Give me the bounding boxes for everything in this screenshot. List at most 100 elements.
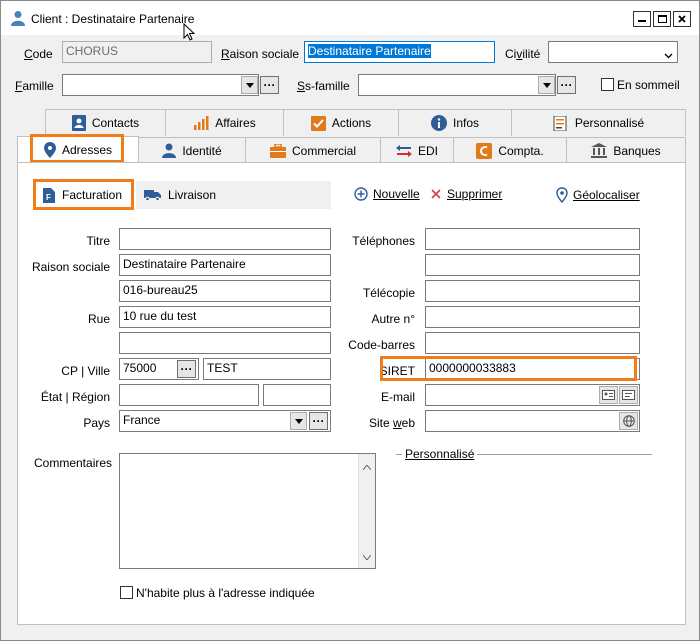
tab-compta-label: Compta. [498,143,544,158]
pays-dropdown-button[interactable] [290,412,307,430]
code-field[interactable]: CHORUS [62,41,212,63]
raison-sociale-address-value: Destinataire Partenaire [123,257,246,271]
commentaires-textarea[interactable] [119,453,376,569]
pays-value: France [123,413,161,427]
nhabite-plus-checkbox[interactable] [120,586,133,599]
ss-famille-select[interactable] [358,74,556,96]
tab-infos-label: Infos [452,116,479,130]
tab-banques-label: Banques [613,143,661,158]
maximize-button[interactable] [653,11,671,27]
user-icon [11,10,25,29]
location-pin-outline-icon [556,187,568,203]
tab-affaires-label: Affaires [215,116,256,130]
region-field[interactable] [263,384,331,406]
cp-value: 75000 [123,361,157,375]
geolocaliser-button[interactable]: Géolocaliser [556,187,640,203]
etat-field[interactable] [119,384,259,406]
raison-sociale-value: Destinataire Partenaire [308,44,431,58]
famille-select[interactable] [62,74,259,96]
nhabite-plus-label: N'habite plus à l'adresse indiquée [136,586,315,600]
nouvelle-label: Nouvelle [373,187,420,201]
ville-field[interactable]: TEST [203,358,331,380]
briefcase-icon [269,143,286,158]
minimize-button[interactable] [633,11,651,27]
raison-sociale-line2-field[interactable]: 016-bureau25 [119,280,331,302]
tab-banques[interactable]: Banques [566,137,686,163]
title-bar[interactable]: Client : Destinataire Partenaire [1,1,699,41]
ville-value: TEST [207,361,238,375]
site-web-open-button[interactable] [619,412,638,430]
tab-contacts-label: Contacts [91,116,140,130]
famille-dropdown-button[interactable] [241,76,258,94]
code-label: Code [24,47,53,61]
raison-sociale-line2-value: 016-bureau25 [123,283,198,297]
facturation-highlight [33,179,134,210]
telecopie-label: Télécopie [362,286,415,300]
tab-actions[interactable]: Actions [283,109,399,136]
titre-label: Titre [86,234,110,248]
code-value: CHORUS [66,44,119,58]
telephones-label: Téléphones [352,234,415,248]
rue-field[interactable]: 10 rue du test [119,306,331,328]
code-barres-field[interactable] [425,332,640,354]
autre-field[interactable] [425,306,640,328]
civilite-select[interactable] [548,41,678,63]
site-web-label: Site web [368,416,415,430]
tab-identite-label: Identité [182,143,222,158]
ss-famille-dropdown-button[interactable] [538,76,555,94]
tab-compta[interactable]: Compta. [453,137,567,163]
tab-contacts[interactable]: Contacts [45,109,166,136]
custom-list-icon [553,115,569,131]
commentaires-scrollbar[interactable] [358,454,375,568]
famille-ellipsis-button[interactable]: ··· [260,76,279,94]
adresses-panel: F Facturation Livraison Nouvelle Supprim… [17,162,686,625]
titre-field[interactable] [119,228,331,250]
raison-sociale-field[interactable]: Destinataire Partenaire [304,41,495,63]
email-send-button[interactable] [619,386,638,404]
delivery-truck-icon [144,189,161,201]
pays-ellipsis-button[interactable]: ··· [309,412,328,430]
exchange-arrows-icon [395,144,412,157]
client-window: Client : Destinataire Partenaire Code CH… [0,0,700,641]
checkbox-icon [310,115,326,131]
supprimer-button[interactable]: Supprimer [431,187,502,201]
supprimer-label: Supprimer [447,187,503,201]
ss-famille-label: Ss-famille [297,79,350,93]
ss-famille-ellipsis-button[interactable]: ··· [557,76,576,94]
tab-personnalise[interactable]: Personnalisé [511,109,686,136]
livraison-label: Livraison [168,188,217,202]
tab-affaires[interactable]: Affaires [165,109,284,136]
bank-icon [591,143,608,158]
commentaires-label: Commentaires [34,456,113,470]
tab-personnalise-label: Personnalisé [574,116,645,130]
telephone2-field[interactable] [425,254,640,276]
close-button[interactable] [673,11,691,27]
rue-label: Rue [87,312,110,326]
email-contact-button[interactable] [599,386,618,404]
tab-commercial[interactable]: Commercial [245,137,381,163]
geolocaliser-label: Géolocaliser [573,188,640,202]
nouvelle-button[interactable]: Nouvelle [354,187,420,201]
en-sommeil-label: En sommeil [617,78,680,92]
raison-sociale-address-field[interactable]: Destinataire Partenaire [119,254,331,276]
raison-sociale-address-label: Raison sociale [31,260,110,274]
tab-edi[interactable]: EDI [380,137,454,163]
telecopie-field[interactable] [425,280,640,302]
pays-label: Pays [83,416,110,430]
contact-card-small-icon [602,390,615,400]
globe-icon [622,415,635,427]
tab-edi-label: EDI [417,143,438,158]
add-circle-icon [354,187,368,201]
en-sommeil-checkbox[interactable] [601,78,614,91]
scroll-up-icon [362,459,372,473]
rue-line2-field[interactable] [119,332,331,354]
famille-label: Famille [15,79,54,93]
tab-infos[interactable]: Infos [398,109,512,136]
tab-identite[interactable]: Identité [138,137,246,163]
delete-x-icon [431,189,441,199]
tab-actions-label: Actions [331,116,372,130]
telephone1-field[interactable] [425,228,640,250]
livraison-button[interactable]: Livraison [136,181,331,209]
cp-ellipsis-button[interactable]: ··· [177,360,196,378]
site-web-field[interactable] [425,410,640,432]
